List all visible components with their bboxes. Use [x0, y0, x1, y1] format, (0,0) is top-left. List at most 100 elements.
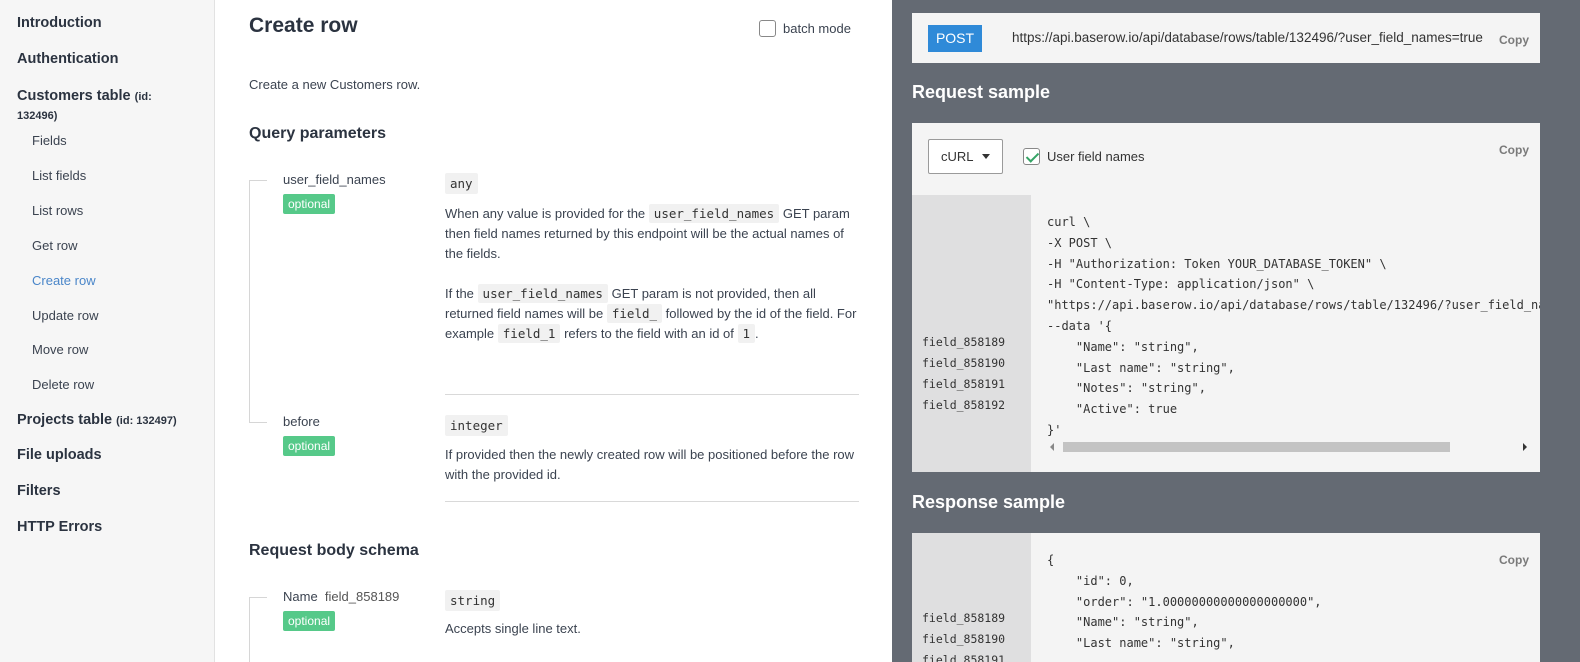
inline-code: field_1: [497, 324, 561, 343]
inline-code: user_field_names: [477, 284, 608, 303]
code-line: curl \: [1047, 215, 1091, 229]
page-title: Create row: [249, 14, 358, 37]
batch-mode-checkbox[interactable]: [759, 20, 776, 37]
user-field-names-toggle[interactable]: User field names: [1023, 148, 1145, 165]
divider: [445, 501, 859, 502]
nav-sub-list-fields[interactable]: List fields: [32, 168, 86, 183]
nav-introduction[interactable]: Introduction: [17, 15, 102, 31]
body-tree-line: [249, 597, 250, 662]
language-select[interactable]: cURL: [928, 139, 1003, 174]
optional-badge: optional: [283, 436, 336, 456]
nav-projects-table-id: (id: 132497): [116, 415, 177, 427]
language-select-value: cURL: [941, 149, 974, 164]
batch-mode-toggle[interactable]: batch mode: [759, 20, 851, 37]
code-line: -X POST \: [1047, 235, 1113, 250]
nav-http-errors[interactable]: HTTP Errors: [17, 519, 102, 535]
inline-code: 1: [737, 324, 756, 343]
sidebar: Introduction Authentication Customers ta…: [0, 0, 215, 662]
param-type: any: [445, 173, 478, 194]
code-line: "order": "1.00000000000000000000",: [1047, 594, 1322, 609]
nav-sub-fields[interactable]: Fields: [32, 133, 67, 148]
nav-authentication[interactable]: Authentication: [17, 51, 119, 67]
endpoint-url: https://api.baserow.io/api/database/rows…: [1012, 30, 1483, 45]
nav-sub-get-row[interactable]: Get row: [32, 238, 78, 253]
param-name: before: [283, 414, 320, 429]
endpoint-description: Create a new Customers row.: [249, 77, 421, 92]
code-line: "Name": "string",: [1047, 615, 1199, 630]
param-description-text: refers to the field with an id of: [564, 326, 734, 341]
user-field-names-label: User field names: [1047, 149, 1145, 164]
gutter-field-id: field_858190: [922, 632, 1006, 646]
gutter-field-id: field_858191: [922, 653, 1006, 662]
optional-badge: optional: [283, 611, 336, 631]
code-line: "id": 0,: [1047, 573, 1134, 588]
response-sample-card: Copy field_858189 field_858190 field_858…: [912, 533, 1540, 662]
code-line: "Active": true: [1047, 402, 1178, 417]
body-field-description: Accepts single line text.: [445, 621, 581, 636]
request-code-block: curl \ -X POST \ -H "Authorization: Token …: [1047, 212, 1540, 441]
param-description: When any value is provided for the user_…: [445, 204, 860, 264]
param-tree-tick: [249, 422, 267, 423]
nav-customers-table-id: (id:: [134, 91, 152, 103]
request-body-schema-heading: Request body schema: [249, 542, 419, 559]
body-field-name: Name field_858189: [283, 589, 399, 604]
nav-customers-table-id-cont: 132496): [17, 110, 58, 122]
query-parameters-heading: Query parameters: [249, 125, 386, 142]
body-field-label: Name: [283, 589, 318, 604]
gutter-field-id: field_858190: [922, 356, 1006, 370]
gutter-field-id: field_858191: [922, 377, 1006, 391]
nav-file-uploads[interactable]: File uploads: [17, 447, 102, 463]
scrollbar-thumb[interactable]: [1063, 442, 1450, 452]
param-description-text: .: [755, 326, 759, 341]
response-sample-heading: Response sample: [912, 492, 1066, 512]
body-field-type: string: [445, 590, 501, 611]
horizontal-scrollbar[interactable]: [1047, 440, 1530, 454]
gutter-field-id: field_858192: [922, 398, 1006, 412]
gutter-field-id: field_858189: [922, 611, 1006, 625]
param-description-text: When any value is provided for the: [445, 206, 646, 221]
response-code-block: { "id": 0, "order": "1.00000000000000000…: [1047, 550, 1322, 654]
nav-sub-create-row[interactable]: Create row: [32, 273, 96, 288]
param-description: If the user_field_names GET param is not…: [445, 284, 860, 344]
nav-filters[interactable]: Filters: [17, 483, 61, 499]
copy-response-button[interactable]: Copy: [1499, 553, 1529, 567]
nav-sub-delete-row[interactable]: Delete row: [32, 377, 94, 392]
gutter-field-id: field_858189: [922, 335, 1006, 349]
divider: [445, 394, 859, 395]
request-sample-heading: Request sample: [912, 82, 1051, 102]
code-line: "Last name": "string",: [1047, 360, 1235, 375]
scroll-left-icon[interactable]: [1050, 443, 1054, 451]
nav-sub-move-row[interactable]: Move row: [32, 342, 88, 357]
chevron-down-icon: [982, 154, 990, 159]
copy-request-button[interactable]: Copy: [1499, 143, 1529, 157]
endpoint-bar: POST https://api.baserow.io/api/database…: [912, 13, 1540, 63]
code-line: "Last name": "string",: [1047, 636, 1235, 651]
inline-code: user_field_names: [648, 204, 780, 223]
code-line: -H "Authorization: Token YOUR_DATABASE_T…: [1047, 256, 1387, 271]
request-sample-card: cURL User field names Copy field_858189 …: [912, 123, 1540, 472]
code-line: -H "Content-Type: application/json" \: [1047, 277, 1315, 292]
param-tree-line: [249, 180, 250, 423]
inline-code: field_: [606, 304, 663, 323]
main-content: Create row batch mode Create a new Custo…: [216, 0, 892, 662]
nav-sub-list-rows[interactable]: List rows: [32, 203, 83, 218]
code-line: --data '{: [1047, 318, 1113, 333]
user-field-names-checkbox[interactable]: [1023, 148, 1040, 165]
nav-projects-table[interactable]: Projects table (id: 132497): [17, 412, 177, 428]
scroll-right-icon[interactable]: [1523, 443, 1527, 451]
code-line: {: [1047, 553, 1055, 567]
param-tree-tick: [249, 180, 267, 181]
code-line: "Name": "string",: [1047, 339, 1199, 354]
code-sample-panel: POST https://api.baserow.io/api/database…: [892, 0, 1580, 662]
param-description-text: If the: [445, 286, 474, 301]
optional-badge: optional: [283, 194, 336, 214]
code-line: "https://api.baserow.io/api/database/row…: [1047, 298, 1540, 313]
code-line: "Notes": "string",: [1047, 381, 1206, 396]
nav-customers-table[interactable]: Customers table (id: 132496): [17, 87, 207, 125]
nav-sub-update-row[interactable]: Update row: [32, 308, 98, 323]
param-type: integer: [445, 415, 508, 436]
batch-mode-label: batch mode: [783, 21, 851, 36]
param-description: If provided then the newly created row w…: [445, 447, 855, 482]
field-gutter: [912, 195, 1031, 472]
copy-url-button[interactable]: Copy: [1499, 33, 1529, 47]
